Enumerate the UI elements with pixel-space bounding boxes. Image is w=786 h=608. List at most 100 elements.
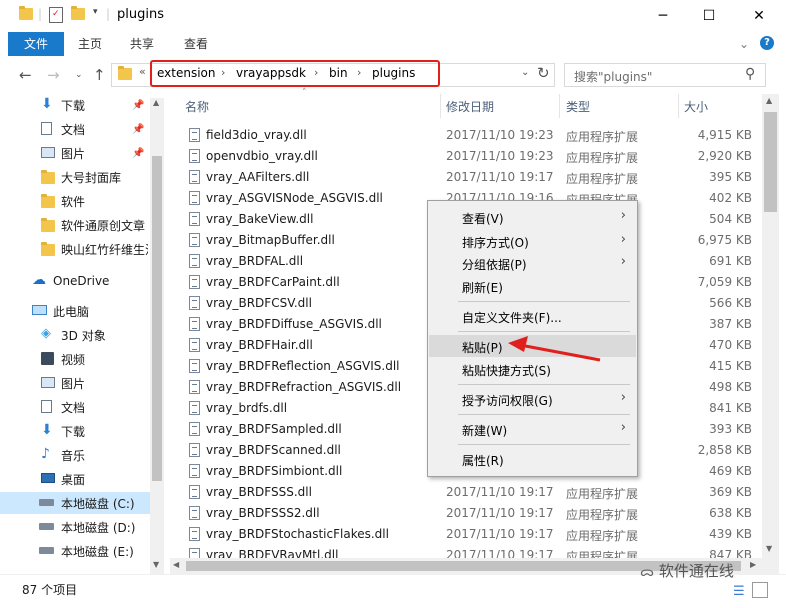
- annotation-arrow-icon: [508, 336, 601, 362]
- nav-item-folder-1[interactable]: 大号封面库: [0, 166, 150, 188]
- wechat-logo-icon: ᯅ: [640, 565, 655, 580]
- back-arrow-icon[interactable]: ←: [19, 66, 32, 84]
- menu-item-refresh[interactable]: 刷新(E): [429, 275, 636, 297]
- file-row[interactable]: vray_AAFilters.dll 2017/11/10 19:17 应用程序扩展…: [183, 167, 763, 188]
- menu-item-new[interactable]: 新建(W) ›: [429, 418, 636, 440]
- tab-home[interactable]: 主页: [66, 32, 114, 56]
- tab-file[interactable]: 文件: [8, 32, 64, 56]
- dll-file-icon: [189, 275, 200, 289]
- menu-separator: [458, 414, 630, 415]
- arrow-shaft: [519, 343, 601, 362]
- nav-item-music[interactable]: ♪ 音乐: [0, 444, 150, 466]
- dll-file-icon: [189, 233, 200, 247]
- address-highlight-box: [150, 60, 440, 87]
- details-view-icon[interactable]: ☰: [733, 584, 745, 599]
- picture-icon: [41, 147, 55, 158]
- tab-view[interactable]: 查看: [172, 32, 220, 56]
- forward-arrow-icon[interactable]: →: [47, 66, 60, 84]
- dll-file-icon: [189, 443, 200, 457]
- scroll-down-icon[interactable]: ▼: [153, 560, 159, 569]
- file-row[interactable]: vray_BRDFSSS.dll 2017/11/10 19:17 应用程序扩展 36…: [183, 482, 763, 503]
- dll-file-icon: [189, 170, 200, 184]
- large-icons-view-icon[interactable]: [752, 582, 768, 598]
- dll-file-icon: [189, 212, 200, 226]
- pin-icon[interactable]: 📌: [132, 148, 144, 159]
- minimize-button[interactable]: ─: [640, 0, 686, 32]
- nav-item-3d-objects[interactable]: ◈ 3D 对象: [0, 324, 150, 346]
- menu-item-view[interactable]: 查看(V) ›: [429, 206, 636, 228]
- search-input[interactable]: 搜索"plugins" ⚲: [564, 63, 766, 87]
- nav-item-downloads-pc[interactable]: ⬇ 下载: [0, 420, 150, 442]
- dll-file-icon: [189, 506, 200, 520]
- dll-file-icon: [189, 359, 200, 373]
- column-header-size[interactable]: 大小: [684, 98, 708, 115]
- search-placeholder: 搜索"plugins": [574, 70, 653, 84]
- folder-icon: [41, 242, 55, 256]
- scroll-left-icon[interactable]: ◀: [173, 560, 179, 569]
- column-header-name[interactable]: 名称: [185, 98, 209, 115]
- vertical-scroll-thumb[interactable]: [764, 112, 777, 212]
- menu-item-group-by[interactable]: 分组依据(P) ›: [429, 252, 636, 274]
- scroll-up-icon[interactable]: ▲: [766, 96, 772, 105]
- address-dropdown-icon[interactable]: ⌄: [521, 67, 529, 78]
- maximize-button[interactable]: ☐: [686, 0, 732, 32]
- ribbon-collapse-icon[interactable]: ⌄: [736, 32, 752, 56]
- scroll-up-icon[interactable]: ▲: [153, 98, 159, 107]
- up-arrow-icon[interactable]: ↑: [93, 66, 106, 84]
- nav-item-desktop[interactable]: 桌面: [0, 468, 150, 490]
- menu-item-customize-folder[interactable]: 自定义文件夹(F)...: [429, 305, 636, 327]
- nav-item-drive-e[interactable]: 本地磁盘 (E:): [0, 540, 150, 562]
- dll-file-icon: [189, 485, 200, 499]
- new-folder-icon[interactable]: [71, 6, 85, 20]
- nav-item-folder-4[interactable]: 映山红竹纤维生活: [0, 238, 150, 260]
- nav-item-onedrive[interactable]: ☁ OneDrive: [0, 270, 150, 292]
- nav-item-this-pc[interactable]: 此电脑: [0, 300, 150, 322]
- menu-item-give-access[interactable]: 授予访问权限(G) ›: [429, 388, 636, 410]
- search-icon[interactable]: ⚲: [745, 66, 755, 82]
- scroll-down-icon[interactable]: ▼: [766, 544, 772, 553]
- navigation-pane: ⬇ 下载 📌 文档 📌 图片 📌 大号封面库 软件 软件通原创文章 映山红竹纤维…: [0, 94, 165, 574]
- dll-file-icon: [189, 464, 200, 478]
- column-header-type[interactable]: 类型: [566, 98, 590, 115]
- chevron-right-icon: ›: [620, 254, 626, 269]
- refresh-icon[interactable]: ↻: [537, 64, 550, 82]
- pin-icon[interactable]: 📌: [132, 124, 144, 135]
- menu-item-properties[interactable]: 属性(R): [429, 448, 636, 470]
- nav-item-pictures-pc[interactable]: 图片: [0, 372, 150, 394]
- column-header-date[interactable]: 修改日期: [446, 98, 494, 115]
- scroll-right-icon[interactable]: ▶: [750, 560, 756, 569]
- document-icon: [41, 400, 52, 413]
- properties-icon[interactable]: ✓: [49, 7, 63, 23]
- menu-item-sort-by[interactable]: 排序方式(O) ›: [429, 230, 636, 252]
- file-row[interactable]: field3dio_vray.dll 2017/11/10 19:23 应用程序扩展…: [183, 125, 763, 146]
- file-row[interactable]: vray_BRDFVRayMtl.dll 2017/11/10 19:17 应用程序…: [183, 545, 763, 558]
- nav-item-drive-d[interactable]: 本地磁盘 (D:): [0, 516, 150, 538]
- nav-item-folder-2[interactable]: 软件: [0, 190, 150, 212]
- nav-item-documents[interactable]: 文档 📌: [0, 118, 150, 140]
- file-row[interactable]: vray_BRDFSSS2.dll 2017/11/10 19:17 应用程序扩展 6…: [183, 503, 763, 524]
- close-button[interactable]: ✕: [732, 0, 786, 32]
- nav-item-folder-3[interactable]: 软件通原创文章: [0, 214, 150, 236]
- music-icon: ♪: [41, 446, 50, 462]
- breadcrumb-overflow-icon[interactable]: «: [139, 65, 146, 78]
- document-icon: [41, 122, 52, 135]
- dll-file-icon: [189, 149, 200, 163]
- ribbon-tabs: 文件 主页 共享 查看 ⌄ ?: [0, 32, 786, 57]
- customize-quick-access-icon[interactable]: ▾: [93, 7, 98, 17]
- recent-locations-icon[interactable]: ⌄: [75, 70, 83, 80]
- nav-scroll-thumb[interactable]: [152, 156, 162, 481]
- nav-scrollbar[interactable]: ▲ ▼: [150, 98, 164, 574]
- drive-c-icon: [39, 499, 54, 506]
- tab-share[interactable]: 共享: [118, 32, 166, 56]
- file-row[interactable]: vray_BRDFStochasticFlakes.dll 2017/11/10 …: [183, 524, 763, 545]
- nav-item-pictures[interactable]: 图片 📌: [0, 142, 150, 164]
- nav-item-videos[interactable]: 视频: [0, 348, 150, 370]
- file-row[interactable]: openvdbio_vray.dll 2017/11/10 19:23 应用程序扩展…: [183, 146, 763, 167]
- nav-item-downloads[interactable]: ⬇ 下载 📌: [0, 94, 150, 116]
- pin-icon[interactable]: 📌: [132, 100, 144, 111]
- dll-file-icon: [189, 254, 200, 268]
- nav-item-drive-c[interactable]: 本地磁盘 (C:): [0, 492, 150, 514]
- nav-item-documents-pc[interactable]: 文档: [0, 396, 150, 418]
- help-icon[interactable]: ?: [760, 36, 774, 50]
- dll-file-icon: [189, 191, 200, 205]
